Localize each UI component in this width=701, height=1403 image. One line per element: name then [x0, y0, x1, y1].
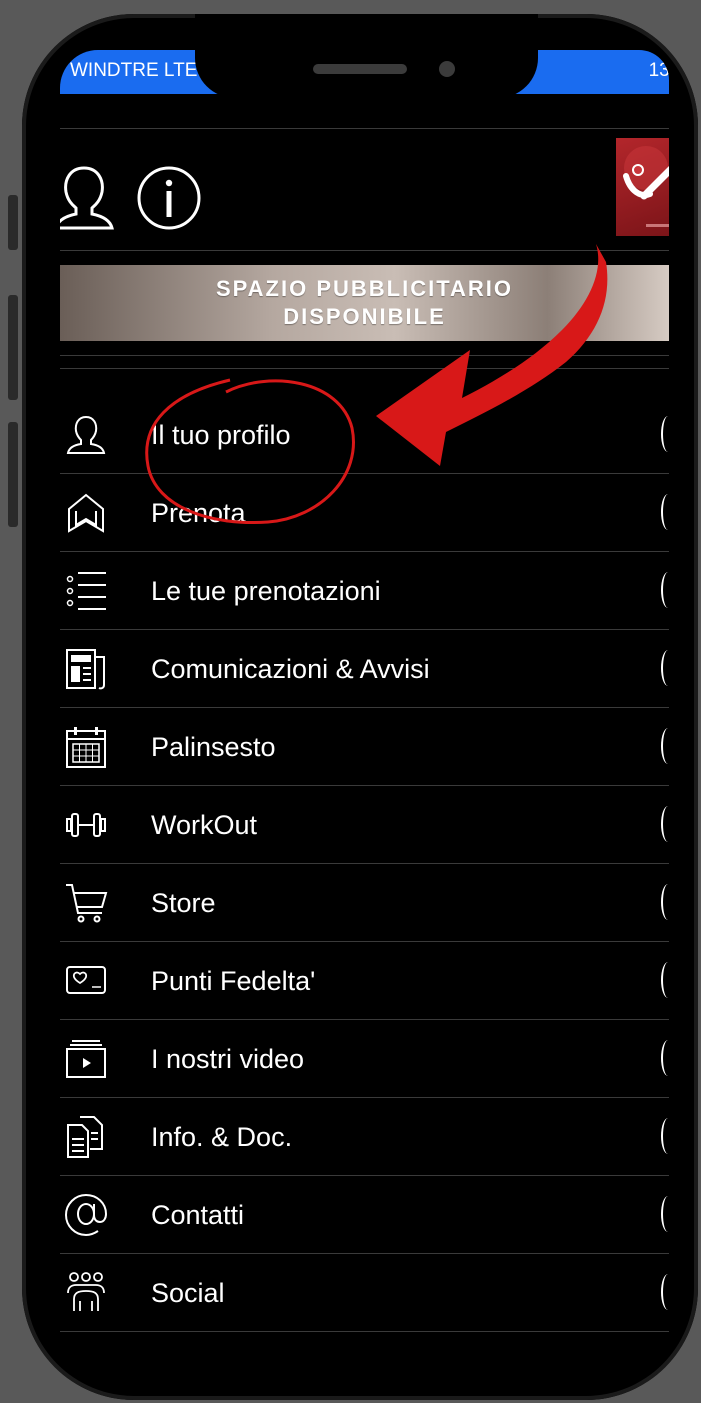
volume-up-button [8, 295, 18, 400]
menu-item-info-docs[interactable]: Info. & Doc. [60, 1098, 669, 1176]
menu-item-label: Social [151, 1278, 225, 1308]
menu-item-social[interactable]: Social [60, 1254, 669, 1332]
menu-item-label: Il tuo profilo [151, 420, 291, 450]
menu-item-label: Palinsesto [151, 732, 276, 762]
dumbbell-icon [64, 803, 108, 847]
menu-item-label: Punti Fedelta' [151, 966, 316, 996]
chevron-icon [661, 572, 669, 608]
menu-item-profile[interactable]: Il tuo profilo [60, 396, 669, 474]
chevron-icon [661, 728, 669, 764]
banner-divider-1 [60, 355, 669, 356]
chevron-icon [661, 416, 669, 452]
header-divider [60, 128, 669, 129]
phone-notch [195, 14, 538, 98]
chevron-icon [661, 1196, 669, 1232]
user-icon [64, 413, 108, 457]
menu-item-communications[interactable]: Comunicazioni & Avvisi [60, 630, 669, 708]
banner-divider-2 [60, 368, 669, 369]
menu-item-label: Contatti [151, 1200, 245, 1230]
menu-item-contacts[interactable]: Contatti [60, 1176, 669, 1254]
carrier-label: WINDTRE LTE [70, 60, 198, 81]
newspaper-icon [64, 647, 108, 691]
menu-item-label: Info. & Doc. [151, 1122, 293, 1152]
menu-item-store[interactable]: Store [60, 864, 669, 942]
header-bottom-divider [60, 250, 669, 251]
chevron-icon [661, 962, 669, 998]
menu-item-label: Store [151, 888, 216, 918]
loyalty-card-icon [64, 959, 108, 1003]
info-icon[interactable] [136, 165, 202, 231]
app-screen: WINDTRE LTE 13: SPAZIO PUBBLICITARIO DIS… [60, 50, 669, 1340]
status-time: 13: [648, 60, 669, 81]
ad-banner[interactable]: SPAZIO PUBBLICITARIO DISPONIBILE [60, 265, 669, 341]
menu-item-workout[interactable]: WorkOut [60, 786, 669, 864]
menu-item-label: WorkOut [151, 810, 258, 840]
list-icon [64, 569, 108, 613]
menu-item-label: Prenota [151, 498, 246, 528]
chevron-icon [661, 650, 669, 686]
menu-item-book[interactable]: Prenota [60, 474, 669, 552]
documents-icon [64, 1115, 108, 1159]
group-icon [64, 1271, 108, 1315]
menu-item-bookings[interactable]: Le tue prenotazioni [60, 552, 669, 630]
menu-item-videos[interactable]: I nostri video [60, 1020, 669, 1098]
main-menu: Il tuo profilo Prenota Le tue prenotazio… [60, 396, 669, 1332]
banner-line-1: SPAZIO PUBBLICITARIO [215, 276, 514, 301]
gym-logo[interactable] [616, 138, 669, 236]
menu-item-schedule[interactable]: Palinsesto [60, 708, 669, 786]
menu-item-label: Comunicazioni & Avvisi [151, 654, 430, 684]
calendar-icon [64, 725, 108, 769]
chevron-icon [661, 494, 669, 530]
front-camera [439, 61, 455, 77]
chevron-icon [661, 884, 669, 920]
chevron-icon [661, 1040, 669, 1076]
cart-icon [64, 881, 108, 925]
menu-item-loyalty[interactable]: Punti Fedelta' [60, 942, 669, 1020]
mute-switch [8, 195, 18, 250]
at-icon [64, 1193, 108, 1237]
menu-item-label: Le tue prenotazioni [151, 576, 381, 606]
chevron-icon [661, 806, 669, 842]
profile-icon[interactable] [60, 162, 114, 232]
banner-line-2: DISPONIBILE [283, 304, 446, 329]
chevron-icon [661, 1118, 669, 1154]
video-icon [64, 1037, 108, 1081]
bookmark-house-icon [64, 491, 108, 535]
speaker-grille [313, 64, 407, 74]
volume-down-button [8, 422, 18, 527]
menu-item-label: I nostri video [151, 1044, 305, 1074]
chevron-icon [661, 1274, 669, 1310]
